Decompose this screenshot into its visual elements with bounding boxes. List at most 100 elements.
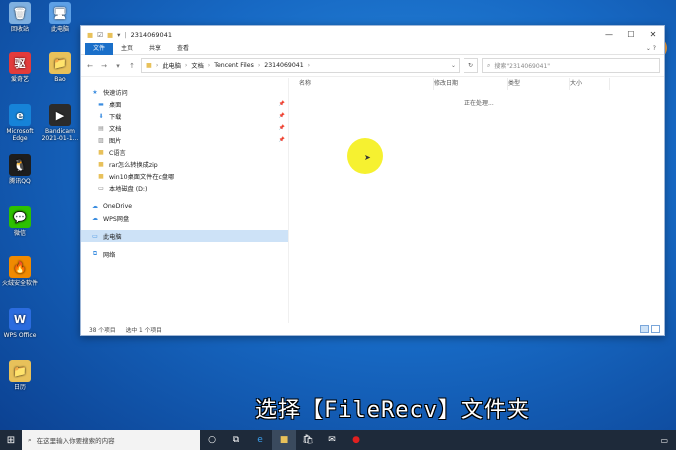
column-type[interactable]: 类型 <box>508 78 570 90</box>
subtitle-caption: 选择【FileRecv】文件夹 <box>255 398 530 423</box>
minimize-button[interactable]: — <box>598 26 620 43</box>
desktop-icon[interactable]: 🗑 回收站 <box>0 2 40 33</box>
nav-item-label: rar怎么转换成zip <box>109 161 158 169</box>
desktop-icon-label: 腾讯QQ <box>9 178 31 185</box>
nav-item[interactable]: ▤ 文档 📌 <box>81 122 288 134</box>
desktop-icon[interactable]: 💬 微信 <box>0 206 40 237</box>
pin-icon[interactable]: 📌 <box>279 113 285 119</box>
app-icon: 💬 <box>9 206 31 228</box>
network-icon: ⧉ <box>92 250 98 257</box>
search-placeholder: 搜索"2314069041" <box>494 63 551 70</box>
file-explorer-taskbar-icon[interactable]: ■ <box>272 430 296 450</box>
taskbar-search-placeholder: 在这里输入你要搜索的内容 <box>36 437 115 445</box>
app-icon: e <box>9 104 31 126</box>
nav-item-label: 网络 <box>103 251 116 259</box>
file-explorer-window[interactable]: ■ ☑ ■ ▾ | 2314069041 — ☐ ✕ 文件 主页 共享 查看 ⌄… <box>80 25 665 336</box>
nav-item[interactable]: ▭ 此电脑 <box>81 230 288 242</box>
app-icon: 📁 <box>9 360 31 382</box>
desktop-icon[interactable]: ▶ Bandicam 2021-01-1... <box>40 104 80 142</box>
breadcrumb-item[interactable]: 此电脑 <box>162 61 181 70</box>
forward-button[interactable]: → <box>99 62 109 70</box>
record-icon[interactable]: ● <box>344 430 368 450</box>
desktop-icon[interactable]: W WPS Office <box>0 308 40 339</box>
edge-icon[interactable]: e <box>248 430 272 450</box>
processing-text: 正在处理... <box>464 100 494 107</box>
maximize-button[interactable]: ☐ <box>620 26 642 43</box>
chevron-down-icon[interactable]: ▾ <box>117 31 120 39</box>
file-list[interactable]: 名称 修改日期 类型 大小 正在处理... <box>289 78 664 323</box>
system-tray: ▭ <box>660 436 676 445</box>
tab-file[interactable]: 文件 <box>85 42 114 55</box>
start-button[interactable]: ⊞ <box>0 430 22 450</box>
up-button[interactable]: ↑ <box>127 62 137 70</box>
navigation-pane: ★ 快速访问 ▬ 桌面 📌 ⬇ 下载 📌 ▤ 文档 📌 ▨ 图片 📌 ■ C语言 ■ rar怎么转换成zip ■ wi… <box>81 78 289 323</box>
desktop-icon[interactable]: 📁 Bao <box>40 52 80 83</box>
tab-view[interactable]: 查看 <box>169 43 197 55</box>
ribbon: 文件 主页 共享 查看 ⌄ ? <box>81 42 664 55</box>
desktop-icon-label: WPS Office <box>3 332 37 339</box>
column-name[interactable]: 名称 <box>299 78 434 90</box>
properties-icon[interactable]: ☑ <box>97 31 103 39</box>
tab-share[interactable]: 共享 <box>141 43 169 55</box>
details-view-button[interactable] <box>640 325 649 333</box>
breadcrumb-item[interactable]: 2314069041 <box>264 62 303 69</box>
desktop-icon[interactable]: 🖥 此电脑 <box>40 2 80 33</box>
column-size[interactable]: 大小 <box>570 78 610 90</box>
nav-item[interactable]: ⧉ 网络 <box>81 248 288 260</box>
nav-item[interactable]: ☁ WPS网盘 <box>81 212 288 224</box>
pin-icon[interactable]: 📌 <box>279 125 285 131</box>
recent-locations-button[interactable]: ▾ <box>113 62 123 70</box>
download-icon: ⬇ <box>98 112 104 120</box>
taskbar-search-input[interactable]: ⌕ 在这里输入你要搜索的内容 <box>22 430 200 450</box>
cortana-icon[interactable]: ○ <box>200 430 224 450</box>
folder-icon: ■ <box>98 172 104 180</box>
nav-item[interactable]: ☁ OneDrive <box>81 200 288 212</box>
breadcrumb-item[interactable]: 文档 <box>191 61 203 70</box>
title-bar[interactable]: ■ ☑ ■ ▾ | 2314069041 — ☐ ✕ <box>81 26 664 43</box>
large-icons-view-button[interactable] <box>651 325 660 333</box>
item-count: 38 个项目 <box>89 327 116 334</box>
drive-icon: ▭ <box>98 184 104 192</box>
nav-item[interactable]: ■ rar怎么转换成zip <box>81 158 288 170</box>
column-headers: 名称 修改日期 类型 大小 <box>289 78 664 90</box>
desktop-icon[interactable]: 🔥 火绒安全软件 <box>0 256 40 287</box>
nav-item[interactable]: ▭ 本地磁盘 (D:) <box>81 182 288 194</box>
store-icon[interactable]: 🛍 <box>296 430 320 450</box>
desktop-icon-label: 火绒安全软件 <box>1 280 38 287</box>
task-view-icon[interactable]: ⧉ <box>224 430 248 450</box>
nav-item-label: 快速访问 <box>103 89 128 97</box>
expand-ribbon-button[interactable]: ⌄ ? <box>646 45 664 52</box>
breadcrumb-item[interactable]: Tencent Files <box>214 62 254 69</box>
search-input[interactable]: ⌕ 搜索"2314069041" <box>482 58 660 73</box>
nav-item[interactable]: ★ 快速访问 <box>81 86 288 98</box>
back-button[interactable]: ← <box>85 62 95 70</box>
document-icon: ▤ <box>98 124 104 132</box>
desktop-icon-label: 微信 <box>13 230 26 237</box>
chevron-down-icon[interactable]: ⌄ <box>451 62 459 69</box>
close-button[interactable]: ✕ <box>642 26 664 43</box>
nav-item-label: C语言 <box>109 149 126 157</box>
tab-home[interactable]: 主页 <box>113 43 141 55</box>
taskbar: ⊞ ⌕ 在这里输入你要搜索的内容 ○ ⧉ e ■ 🛍 ✉ ● ▭ <box>0 430 676 450</box>
nav-item[interactable]: ▨ 图片 📌 <box>81 134 288 146</box>
nav-item[interactable]: ■ win10桌面文件在c盘哪 <box>81 170 288 182</box>
desktop-icon[interactable]: 驱爱奇艺 <box>0 52 40 83</box>
pin-icon[interactable]: 📌 <box>279 137 285 143</box>
new-folder-icon[interactable]: ■ <box>107 31 113 39</box>
breadcrumb[interactable]: ■ › 此电脑 › 文档 › Tencent Files › 231406904… <box>141 58 460 73</box>
column-modified-date[interactable]: 修改日期 <box>434 78 508 90</box>
app-icon: 🖥 <box>49 2 71 24</box>
nav-item[interactable]: ■ C语言 <box>81 146 288 158</box>
mail-icon[interactable]: ✉ <box>320 430 344 450</box>
desktop-icon-label: 回收站 <box>10 26 29 33</box>
nav-item[interactable]: ▬ 桌面 📌 <box>81 98 288 110</box>
chat-icon[interactable]: ▭ <box>660 436 668 445</box>
nav-item-label: 此电脑 <box>103 233 122 241</box>
address-bar-row: ← → ▾ ↑ ■ › 此电脑 › 文档 › Tencent Files › 2… <box>81 55 664 77</box>
refresh-button[interactable]: ↻ <box>464 58 478 73</box>
desktop-icon[interactable]: e Microsoft Edge <box>0 104 40 142</box>
nav-item[interactable]: ⬇ 下载 📌 <box>81 110 288 122</box>
desktop-icon[interactable]: 🐧 腾讯QQ <box>0 154 40 185</box>
pin-icon[interactable]: 📌 <box>279 101 285 107</box>
desktop-icon[interactable]: 📁 日历 <box>0 360 40 391</box>
